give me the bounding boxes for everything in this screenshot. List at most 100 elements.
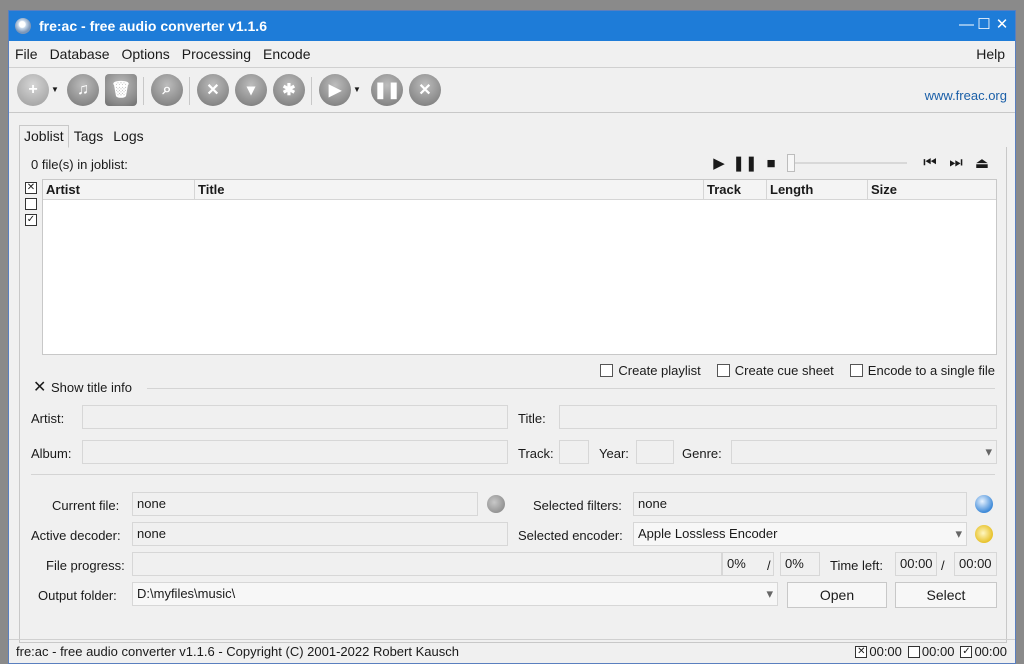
create-playlist-label[interactable]: Create playlist xyxy=(618,363,700,378)
artist-field[interactable] xyxy=(82,405,508,429)
toolbar: + ▼ ♫ 🗑 ⌕ ✕ ▾ ✱ ▶ ▼ ❚❚ ✕ www.freac.org xyxy=(9,71,1015,111)
add-cd-icon[interactable]: ♫ xyxy=(67,74,99,106)
col-title[interactable]: Title xyxy=(195,180,704,199)
status-check-icon: ✓ xyxy=(960,645,973,658)
album-label: Album: xyxy=(31,446,72,461)
collapse-icon[interactable]: ✕ xyxy=(33,379,47,395)
configure-icon[interactable]: ✕ xyxy=(197,74,229,106)
output-folder-select[interactable]: D:\myfiles\music\ xyxy=(132,582,778,606)
progress-separator: / xyxy=(767,558,771,573)
select-all-box[interactable] xyxy=(25,198,37,210)
create-playlist-checkbox[interactable] xyxy=(600,364,614,377)
active-decoder-field: none xyxy=(132,522,508,546)
maximize-icon[interactable]: ☐ xyxy=(977,16,991,34)
toggle-selection-icon[interactable]: ✓ xyxy=(25,214,37,226)
title-label: Title: xyxy=(518,411,546,426)
menu-file[interactable]: File xyxy=(9,46,44,62)
title-bar: fre:ac - free audio converter v1.1.6 — ☐… xyxy=(9,11,1015,41)
tab-tags[interactable]: Tags xyxy=(69,125,109,148)
eject-icon[interactable]: ⏏ xyxy=(969,154,995,172)
encode-single-file-checkbox[interactable] xyxy=(849,364,863,377)
col-length[interactable]: Length xyxy=(767,180,868,199)
menu-divider xyxy=(9,67,1015,68)
drive-icon xyxy=(487,495,505,513)
menu-encode[interactable]: Encode xyxy=(257,46,316,62)
col-artist[interactable]: Artist xyxy=(43,180,195,199)
output-folder-label: Output folder: xyxy=(38,588,117,603)
player-controls: ▶ ❚❚ ■ xyxy=(706,154,784,173)
select-none-icon[interactable]: ✕ xyxy=(25,182,37,194)
current-file-label: Current file: xyxy=(52,498,120,513)
open-button[interactable]: Open xyxy=(787,582,887,608)
cddb-query-icon[interactable]: ⌕ xyxy=(151,74,183,106)
selected-filters-label: Selected filters: xyxy=(533,498,622,513)
status-text: fre:ac - free audio converter v1.1.6 - C… xyxy=(16,644,459,659)
year-field[interactable] xyxy=(636,440,674,464)
filter-icon[interactable]: ▾ xyxy=(235,74,267,106)
joblist-table[interactable]: Artist Title Track Length Size xyxy=(42,179,997,355)
active-decoder-label: Active decoder: xyxy=(31,528,121,543)
time-left-label: Time left: xyxy=(830,558,883,573)
pause-encoding-icon[interactable]: ❚❚ xyxy=(371,74,403,106)
track-label: Track: xyxy=(518,446,554,461)
show-title-info-toggle[interactable]: ✕ Show title info xyxy=(33,379,132,395)
time-separator: / xyxy=(941,558,945,573)
menu-database[interactable]: Database xyxy=(44,46,116,62)
file-progress-label: File progress: xyxy=(46,558,125,573)
col-size[interactable]: Size xyxy=(868,180,996,199)
selection-controls: ✕ ✓ xyxy=(25,182,37,230)
total-progress-percent: 0% xyxy=(780,552,820,576)
status-time-3: 00:00 xyxy=(974,644,1007,659)
track-field[interactable] xyxy=(559,440,589,464)
tab-joblist[interactable]: Joblist xyxy=(19,125,69,148)
status-empty-icon xyxy=(907,645,920,658)
tab-logs[interactable]: Logs xyxy=(108,125,148,148)
settings-gear-icon[interactable]: ✱ xyxy=(273,74,305,106)
status-time-1: 00:00 xyxy=(869,644,902,659)
joblist-count: 0 file(s) in joblist: xyxy=(31,157,128,172)
menu-options[interactable]: Options xyxy=(116,46,176,62)
app-cd-icon xyxy=(15,18,31,34)
selected-encoder-select[interactable]: Apple Lossless Encoder xyxy=(633,522,967,546)
status-bar: fre:ac - free audio converter v1.1.6 - C… xyxy=(9,639,1015,663)
stop-icon[interactable]: ■ xyxy=(758,155,784,172)
artist-label: Artist: xyxy=(31,411,65,426)
col-track[interactable]: Track xyxy=(704,180,767,199)
seek-slider[interactable] xyxy=(787,154,907,172)
pause-icon[interactable]: ❚❚ xyxy=(732,154,758,172)
genre-label: Genre: xyxy=(682,446,722,461)
window-title: fre:ac - free audio converter v1.1.6 xyxy=(39,18,267,34)
next-track-icon[interactable]: ⏭ xyxy=(943,154,969,172)
selected-filters-field: none xyxy=(633,492,967,516)
encode-single-file-label[interactable]: Encode to a single file xyxy=(868,363,995,378)
remove-files-icon[interactable]: 🗑 xyxy=(105,74,137,106)
title-field[interactable] xyxy=(559,405,997,429)
close-icon[interactable]: ✕ xyxy=(995,16,1009,34)
status-time-2: 00:00 xyxy=(921,644,955,659)
file-progress-bar xyxy=(132,552,722,576)
start-encoding-icon[interactable]: ▶ xyxy=(319,74,351,106)
filter-config-icon[interactable] xyxy=(975,495,993,513)
album-field[interactable] xyxy=(82,440,508,464)
encoder-config-icon[interactable] xyxy=(975,525,993,543)
start-dropdown-icon[interactable]: ▼ xyxy=(353,85,361,94)
menu-processing[interactable]: Processing xyxy=(176,46,257,62)
add-files-icon[interactable]: + xyxy=(17,74,49,106)
previous-track-icon[interactable]: ⏮ xyxy=(917,154,943,172)
minimize-icon[interactable]: — xyxy=(959,16,974,34)
year-label: Year: xyxy=(599,446,629,461)
stop-encoding-icon[interactable]: ✕ xyxy=(409,74,441,106)
show-title-info-label[interactable]: Show title info xyxy=(51,380,132,395)
create-cue-sheet-label[interactable]: Create cue sheet xyxy=(735,363,834,378)
menu-help[interactable]: Help xyxy=(976,46,1005,62)
play-icon[interactable]: ▶ xyxy=(706,154,732,172)
create-cue-sheet-checkbox[interactable] xyxy=(716,364,730,377)
current-file-field: none xyxy=(132,492,478,516)
seek-thumb[interactable] xyxy=(787,154,795,172)
genre-select[interactable] xyxy=(731,440,997,464)
tab-strip: Joblist Tags Logs xyxy=(19,125,149,148)
select-button[interactable]: Select xyxy=(895,582,997,608)
add-dropdown-icon[interactable]: ▼ xyxy=(51,85,59,94)
freac-website-link[interactable]: www.freac.org xyxy=(925,88,1007,103)
time-left-field: 00:00 xyxy=(895,552,937,576)
